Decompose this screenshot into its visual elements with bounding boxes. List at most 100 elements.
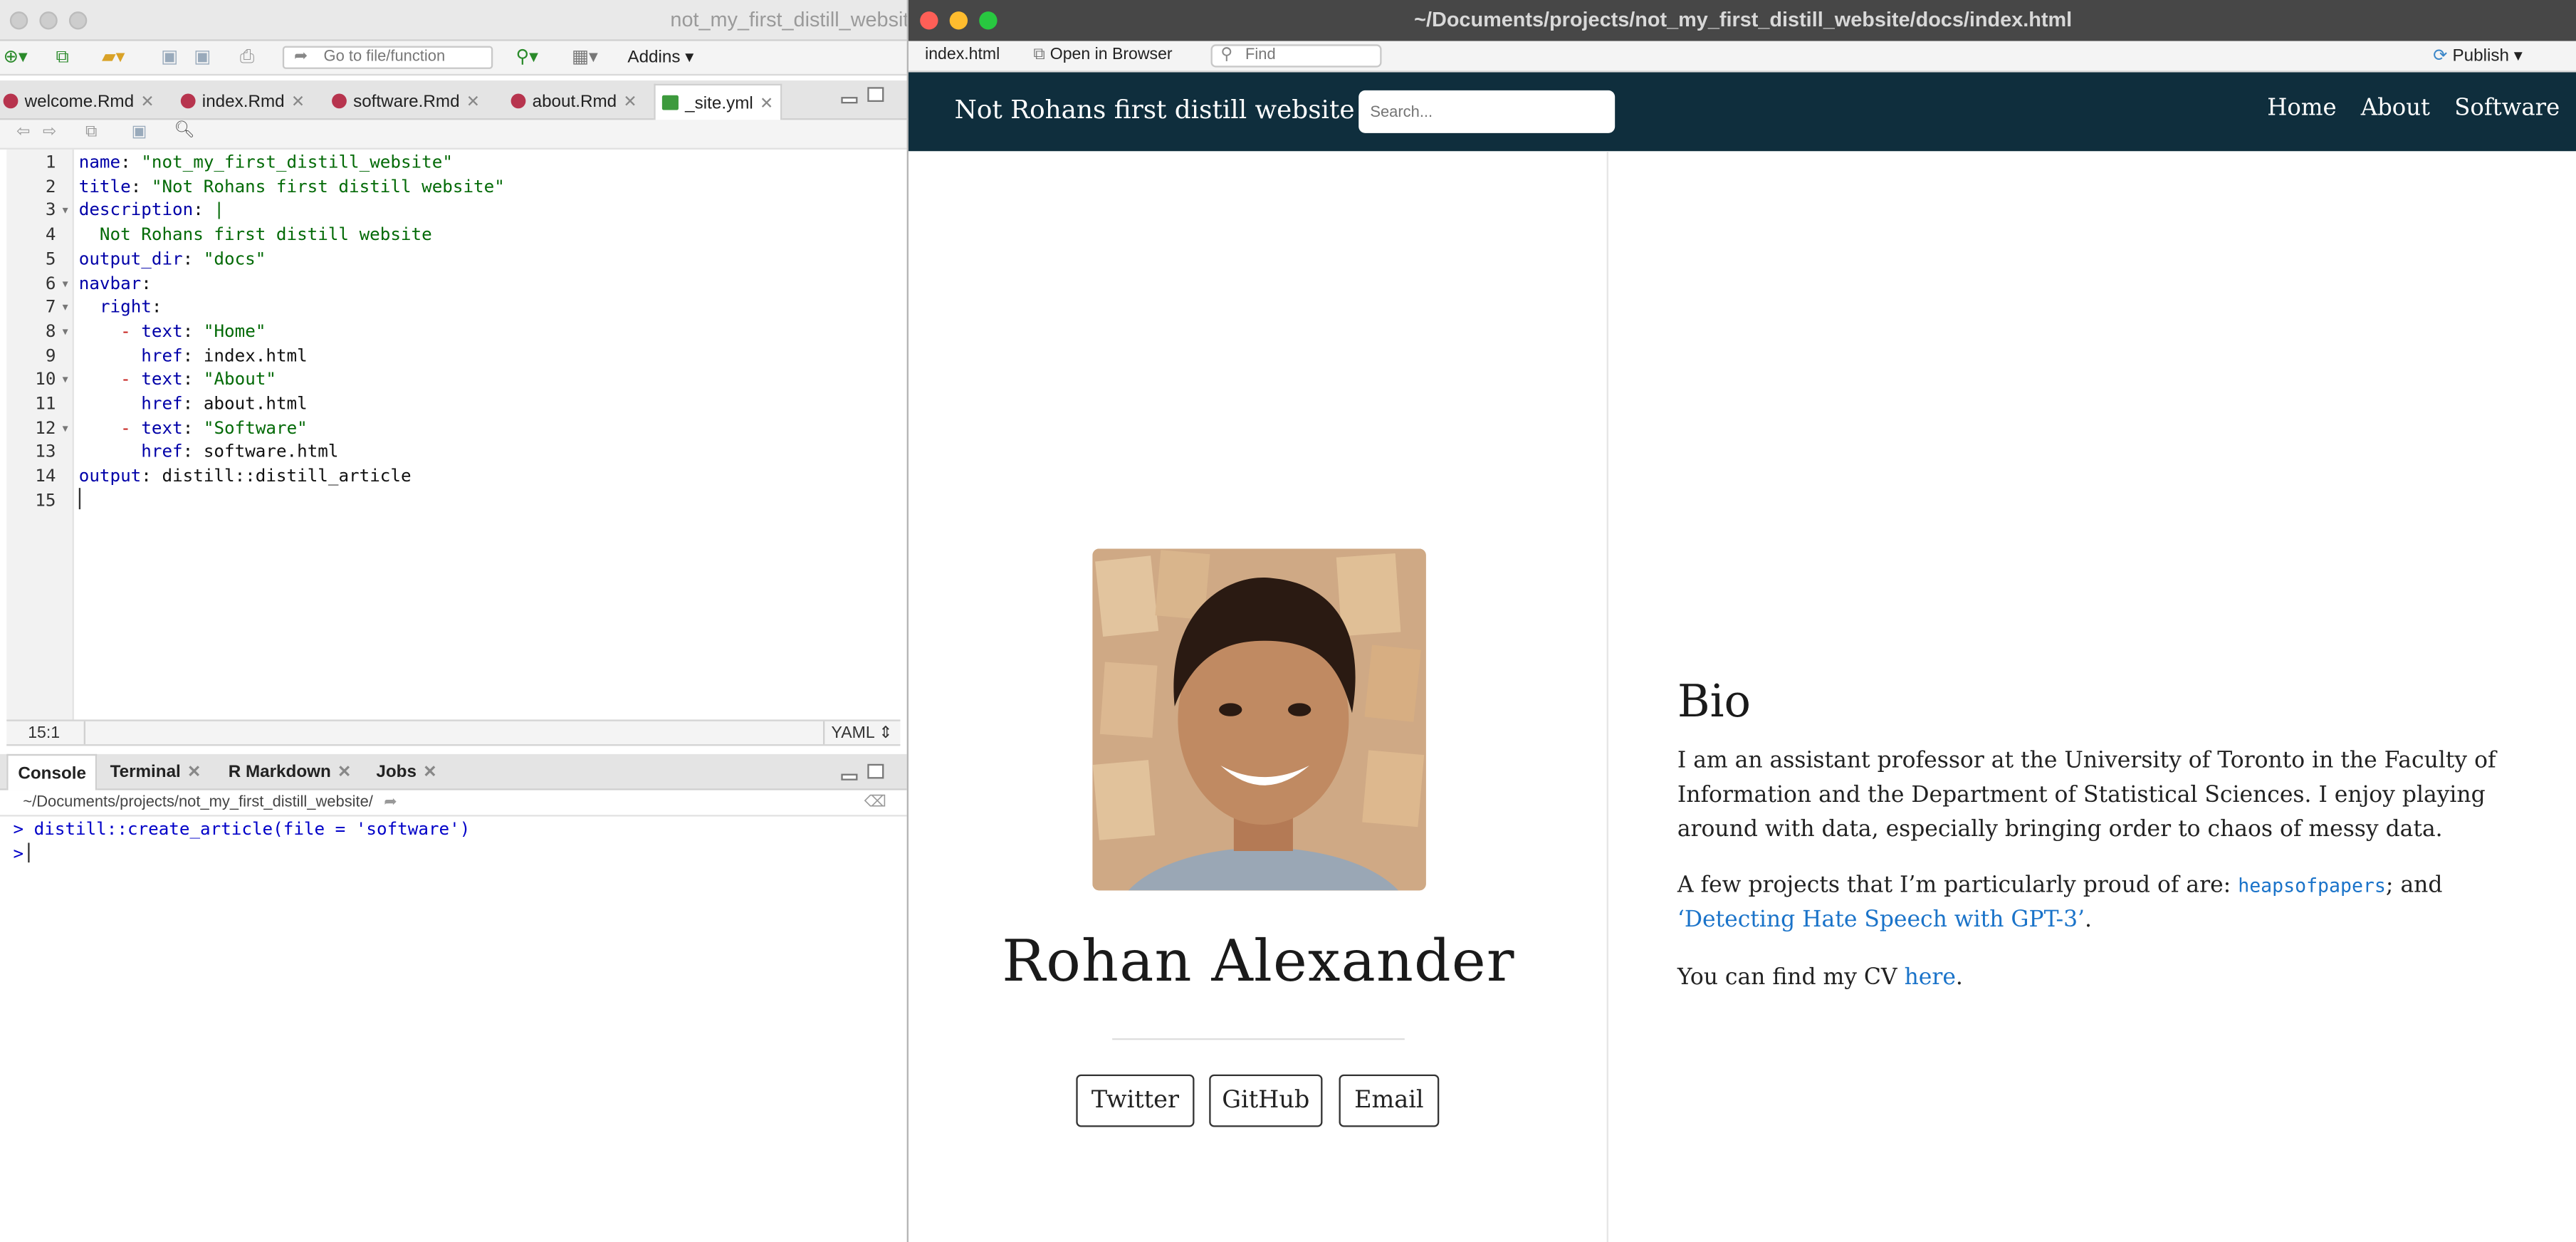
addins-menu[interactable]: Addins ▾ [627, 46, 693, 69]
file-type-label: YAML [831, 724, 874, 743]
close-icon[interactable]: ✕ [291, 93, 305, 111]
fold-toggle-icon[interactable]: ▾ [63, 204, 68, 217]
cursor-position: 15:1 [28, 724, 61, 743]
go-to-directory-icon[interactable]: ➦ [384, 793, 397, 811]
working-directory-path: ~/Documents/projects/not_my_first_distil… [23, 793, 373, 812]
profile-photo [1092, 548, 1426, 891]
tab-r-markdown[interactable]: R Markdown ✕ [229, 754, 352, 790]
code-line: description: | [78, 201, 225, 221]
profile-column: Rohan Alexander Twitter GitHub Email [909, 151, 1608, 1242]
cv-link[interactable]: here [1905, 964, 1956, 991]
rmd-file-icon [511, 93, 526, 109]
minimize-pane-icon[interactable] [841, 97, 858, 104]
file-type-selector[interactable]: YAML ⇕ [832, 724, 893, 742]
search-icon[interactable]: 🔍︎ [174, 122, 195, 140]
line-number: 3 [45, 201, 56, 221]
close-icon[interactable]: ✕ [140, 93, 154, 111]
close-icon[interactable]: ✕ [623, 93, 637, 111]
new-file-icon[interactable]: ⊕▾ [4, 46, 28, 69]
rmd-file-icon [332, 93, 347, 109]
nav-link-home[interactable]: Home [2267, 95, 2336, 122]
close-icon[interactable]: ✕ [466, 93, 480, 111]
go-to-file-input[interactable]: ➦ Go to file/function [282, 46, 493, 69]
cv-text: . [1955, 964, 1963, 991]
zoom-window-button[interactable] [68, 11, 88, 30]
close-icon[interactable]: ✕ [760, 95, 773, 113]
viewer-window-title: ~/Documents/projects/not_my_first_distil… [1414, 8, 2073, 31]
tab-welcome-rmd[interactable]: welcome.Rmd ✕ [3, 84, 155, 120]
line-number: 13 [35, 442, 56, 463]
site-search-input[interactable] [1358, 90, 1616, 133]
new-project-icon[interactable]: ⧉ [56, 46, 68, 69]
fold-toggle-icon[interactable]: ▾ [63, 373, 68, 387]
code-line: href: index.html [141, 345, 308, 366]
addins-label: Addins [627, 47, 681, 68]
grid-layout-icon[interactable]: ▦▾ [572, 46, 598, 69]
close-icon[interactable]: ✕ [187, 764, 201, 782]
cv-text: You can find my CV [1677, 964, 1905, 991]
line-number: 11 [35, 394, 56, 414]
save-icon[interactable]: ▣ [161, 46, 178, 69]
publish-icon: ⟳ [2433, 46, 2448, 66]
file-name-label: index.html [925, 46, 1000, 64]
save-all-icon[interactable]: ▣ [194, 46, 211, 69]
forward-arrow-icon[interactable]: ⇨ [43, 123, 56, 141]
tab-jobs[interactable]: Jobs ✕ [376, 754, 436, 790]
publish-label: Publish [2452, 46, 2510, 66]
editor-status-bar: 15:1 YAML ⇕ [6, 719, 901, 746]
print-icon[interactable]: ⎙ [240, 46, 254, 69]
tab-software-rmd[interactable]: software.Rmd ✕ [332, 84, 480, 120]
back-arrow-icon[interactable]: ⇦ [16, 123, 30, 141]
find-input[interactable]: ⚲ Find [1210, 44, 1382, 68]
fold-toggle-icon[interactable]: ▾ [63, 422, 68, 434]
tab-label: R Markdown [228, 762, 331, 783]
code-line: title: "Not Rohans first distill website… [78, 177, 505, 197]
tab-console[interactable]: Console [6, 753, 98, 790]
text-cursor [28, 842, 31, 863]
console-output[interactable]: > distill::create_article(file = 'softwa… [0, 818, 907, 1242]
tab-index-rmd[interactable]: index.Rmd ✕ [180, 84, 305, 120]
maximize-pane-icon[interactable] [867, 763, 884, 779]
rmd-file-icon [3, 93, 19, 109]
code-editor[interactable]: name: "not_my_first_distill_website" titl… [79, 150, 901, 719]
line-number: 1 [45, 152, 56, 173]
tab-terminal[interactable]: Terminal ✕ [110, 754, 201, 790]
tab-site-yml[interactable]: _site.yml ✕ [654, 83, 782, 120]
github-button[interactable]: GitHub [1209, 1074, 1323, 1127]
fold-toggle-icon[interactable]: ▾ [63, 325, 68, 338]
console-line: > distill::create_article(file = 'softwa… [0, 818, 907, 843]
status-divider [823, 721, 825, 745]
close-icon[interactable]: ✕ [337, 764, 351, 782]
close-window-button[interactable] [9, 11, 28, 30]
site-title[interactable]: Not Rohans first distill website [955, 95, 1355, 125]
maximize-pane-icon[interactable] [867, 87, 884, 103]
tab-label: Terminal [110, 762, 181, 783]
close-icon[interactable]: ✕ [423, 764, 436, 782]
editor-toolbar: ⇦ ⇨ ⧉ ▣ 🔍︎ [0, 120, 907, 150]
save-icon[interactable]: ▣ [132, 123, 147, 141]
vcs-icon[interactable]: ⚲▾ [516, 46, 538, 69]
clear-console-icon[interactable]: ⌫ [864, 790, 886, 817]
viewer-window: ~/Documents/projects/not_my_first_distil… [906, 0, 2576, 1242]
fold-toggle-icon[interactable]: ▾ [63, 277, 68, 290]
publish-button[interactable]: ⟳ Publish ▾ [2433, 44, 2523, 67]
site-navbar: Not Rohans first distill website Home Ab… [908, 72, 2576, 152]
nav-link-software[interactable]: Software [2454, 95, 2560, 122]
fold-toggle-icon[interactable]: ▾ [63, 301, 68, 314]
email-button[interactable]: Email [1339, 1074, 1440, 1127]
heapsofpapers-link[interactable]: heapsofpapers [2238, 874, 2386, 897]
minimize-window-button[interactable] [39, 11, 58, 30]
tab-about-rmd[interactable]: about.Rmd ✕ [511, 84, 637, 120]
arrow-icon: ➦ [294, 47, 308, 66]
open-file-icon[interactable]: ▰▾ [102, 46, 125, 69]
twitter-button[interactable]: Twitter [1076, 1074, 1195, 1127]
open-in-browser-button[interactable]: ⧉ Open in Browser [1033, 44, 1172, 67]
minimize-pane-icon[interactable] [841, 773, 858, 781]
hate-speech-link[interactable]: ‘Detecting Hate Speech with GPT-3’ [1677, 907, 2085, 933]
projects-text: A few projects that I’m particularly pro… [1677, 872, 2239, 899]
viewer-titlebar: ~/Documents/projects/not_my_first_distil… [908, 0, 2576, 41]
divider [1112, 1038, 1405, 1040]
code-line: - text: "Software" [120, 418, 308, 439]
show-in-window-icon[interactable]: ⧉ [85, 123, 97, 141]
nav-link-about[interactable]: About [2361, 95, 2430, 122]
